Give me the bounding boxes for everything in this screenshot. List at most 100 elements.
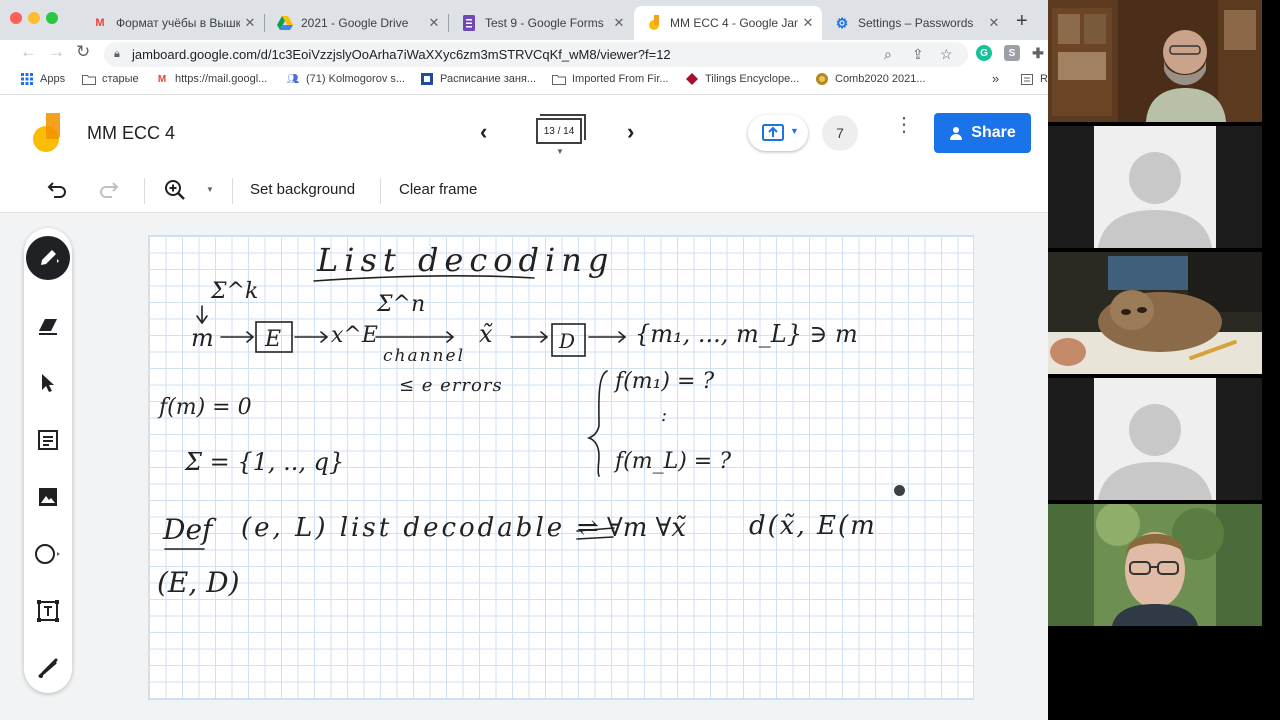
present-button[interactable]: ▼ [748, 115, 808, 151]
drive-icon [277, 15, 293, 31]
tab-jamboard[interactable]: MM ECC 4 - Google Jamb ✕ [634, 6, 822, 40]
share-label: Share [971, 124, 1016, 141]
select-arrow-icon[interactable] [32, 367, 64, 399]
extension-icon[interactable]: S [1004, 45, 1020, 61]
participant-video-1[interactable] [1048, 0, 1262, 122]
zoom-window-button[interactable] [46, 12, 58, 24]
next-frame-chevron-icon[interactable]: › [627, 119, 634, 145]
reload-icon[interactable]: ↻ [76, 42, 90, 62]
tab-gmail[interactable]: M Формат учёбы в Вышке ✕ [80, 6, 264, 40]
redo-icon[interactable] [98, 179, 120, 203]
video-call-panel [1048, 0, 1280, 720]
toolbar-divider [232, 178, 233, 204]
back-arrow-icon[interactable]: ← [20, 42, 37, 62]
participant-video-3[interactable] [1048, 252, 1262, 374]
participant-placeholder-2[interactable] [1048, 126, 1262, 248]
handwriting-m: m [191, 324, 214, 352]
handwriting-received: x̃ [479, 320, 493, 348]
zoom-in-icon[interactable] [164, 179, 186, 205]
cursor-dot [894, 485, 905, 496]
circle-shape-icon[interactable] [32, 538, 64, 570]
handwriting-def: Def [162, 513, 217, 546]
bookmark-star-icon[interactable]: ☆ [940, 46, 953, 63]
address-bar[interactable]: 🔒︎ jamboard.google.com/d/1c3EoiVzzjslyOo… [104, 42, 968, 67]
close-icon[interactable]: ✕ [609, 15, 629, 31]
close-window-button[interactable] [10, 12, 22, 24]
drawing-tools-sidebar [24, 228, 72, 693]
bookmark-comb2020[interactable]: Comb2020 2021... [815, 73, 926, 85]
reading-list-icon [1020, 73, 1034, 85]
bookmark-kolmogorov[interactable]: 👥︎ (71) Kolmogorov s... [286, 73, 405, 85]
bookmark-label: R [1040, 73, 1048, 85]
jamboard-logo-icon[interactable] [32, 113, 66, 153]
minimize-window-button[interactable] [28, 12, 40, 24]
sticky-note-icon[interactable] [32, 424, 64, 456]
eraser-icon[interactable] [32, 310, 64, 342]
grammarly-extension-icon[interactable]: G [976, 45, 992, 61]
clear-frame-button[interactable]: Clear frame [399, 181, 477, 198]
bookmark-schedule[interactable]: Расписание заня... [420, 73, 536, 85]
bookmark-label: Расписание заня... [440, 73, 537, 85]
handwriting-list-decodable: (e, L) list decodable [241, 513, 565, 543]
bookmark-tilings[interactable]: Tilings Encyclope... [685, 73, 799, 85]
handwriting-forall: ⇌ ∀m ∀x̃ [577, 513, 687, 543]
pen-tool-icon[interactable] [26, 236, 70, 280]
document-title[interactable]: MM ECC 4 [87, 123, 175, 144]
close-icon[interactable]: ✕ [240, 15, 260, 31]
new-tab-button[interactable]: + [1016, 10, 1028, 33]
handwriting-codeword: x^E [331, 323, 378, 348]
close-icon[interactable]: ✕ [424, 15, 444, 31]
present-dropdown-caret-icon[interactable]: ▼ [790, 126, 799, 136]
bookmark-folder-imported[interactable]: Imported From Fir... [552, 73, 669, 85]
frame-bar-caret-icon[interactable]: ▼ [556, 147, 564, 156]
browser-window: M Формат учёбы в Вышке ✕ 2021 - Google D… [0, 0, 1048, 720]
jam-board-frame[interactable]: List decoding Σ^k m E x^E Σ^n channel x̃… [148, 235, 974, 700]
lock-icon[interactable]: 🔒︎ [114, 48, 120, 61]
zoom-icon[interactable]: ⌕ [884, 46, 892, 63]
handwriting-errors: ≤ e errors [399, 375, 503, 396]
image-icon[interactable] [32, 481, 64, 513]
jamboard-icon [646, 15, 662, 31]
handwriting-D-box: D [558, 329, 575, 353]
jamboard-header: MM ECC 4 ‹ 13 / 14 ▼ › ▼ 7 ⋮ Share [0, 95, 1048, 170]
handwriting-E-box: E [264, 327, 281, 352]
frame-indicator[interactable]: 13 / 14 [536, 118, 582, 144]
handwriting-title: List decoding [316, 241, 614, 279]
share-button[interactable]: Share [934, 113, 1031, 153]
close-icon[interactable]: ✕ [984, 15, 1004, 31]
bookmark-overflow-item[interactable]: R [1020, 73, 1048, 85]
tab-drive[interactable]: 2021 - Google Drive ✕ [265, 6, 448, 40]
handwriting-channel: channel [383, 346, 465, 366]
share-page-icon[interactable]: ⇪ [912, 46, 924, 63]
frame-toolbar: ▼ Set background Clear frame [0, 170, 1048, 213]
set-background-button[interactable]: Set background [250, 181, 355, 198]
zoom-dropdown-caret-icon[interactable]: ▼ [206, 185, 214, 194]
extensions-puzzle-icon[interactable]: ✚ [1030, 45, 1046, 61]
bookmarks-overflow-chevron[interactable]: » [992, 71, 999, 86]
url-text: jamboard.google.com/d/1c3EoiVzzjslyOoArh… [132, 47, 671, 62]
previous-frame-chevron-icon[interactable]: ‹ [480, 119, 487, 145]
participant-video-5[interactable] [1048, 504, 1262, 626]
participant-placeholder-4[interactable] [1048, 378, 1262, 500]
bookmark-apps[interactable]: Apps [20, 73, 65, 85]
text-box-icon[interactable] [32, 595, 64, 627]
close-icon[interactable]: ✕ [798, 15, 818, 31]
bookmark-folder-starye[interactable]: старые [82, 73, 139, 85]
more-options-vertical-dots-icon[interactable]: ⋮ [894, 115, 914, 135]
forward-arrow-icon[interactable]: → [48, 42, 65, 62]
handwriting-alphabet: Σ = {1, .., q} [184, 448, 344, 476]
tab-bar: M Формат учёбы в Вышке ✕ 2021 - Google D… [0, 0, 1048, 40]
toolbar-divider [144, 178, 145, 204]
tab-settings[interactable]: ⚙ Settings – Passwords ✕ [822, 6, 1008, 40]
handwriting-distance: d(x̃, E(m [749, 511, 877, 541]
default-avatar-icon [1098, 404, 1212, 500]
handwriting-dots: : [661, 405, 667, 426]
tab-title: 2021 - Google Drive [301, 16, 409, 30]
bookmark-gmail[interactable]: M https://mail.googl... [155, 73, 268, 85]
undo-icon[interactable] [46, 179, 68, 203]
laser-icon[interactable] [32, 652, 64, 684]
tab-forms[interactable]: Test 9 - Google Forms ✕ [449, 6, 633, 40]
active-viewers-count[interactable]: 7 [822, 115, 858, 151]
handwriting-f-m1: f(m₁) = ? [613, 369, 714, 394]
gmail-icon: M [157, 73, 167, 85]
